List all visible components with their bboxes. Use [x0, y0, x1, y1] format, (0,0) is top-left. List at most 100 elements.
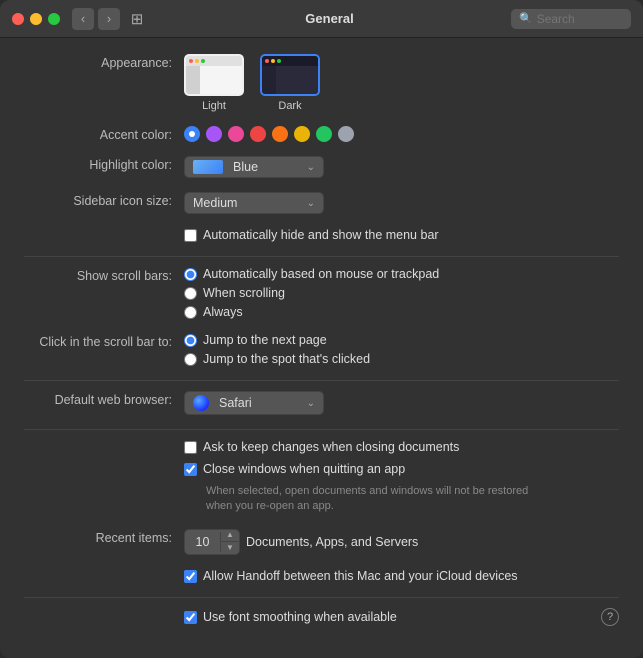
appearance-options: Light	[184, 54, 619, 112]
click-next-radio[interactable]	[184, 334, 197, 347]
scroll-auto-label: Automatically based on mouse or trackpad	[203, 267, 439, 281]
accent-pink[interactable]	[228, 126, 244, 142]
traffic-lights	[12, 13, 60, 25]
menu-bar-row: Automatically hide and show the menu bar	[0, 228, 643, 242]
ask-changes-row: Ask to keep changes when closing documen…	[0, 440, 643, 515]
maximize-button[interactable]	[48, 13, 60, 25]
handoff-checkbox[interactable]	[184, 570, 197, 583]
scroll-always-radio[interactable]	[184, 306, 197, 319]
accent-graphite[interactable]	[338, 126, 354, 142]
click-next-label: Jump to the next page	[203, 333, 327, 347]
separator-2	[24, 380, 619, 381]
font-smoothing-row: Use font smoothing when available ?	[0, 608, 643, 626]
forward-button[interactable]: ›	[98, 8, 120, 30]
close-button[interactable]	[12, 13, 24, 25]
titlebar: ‹ › ⊞ General 🔍	[0, 0, 643, 38]
scroll-auto-row: Automatically based on mouse or trackpad	[184, 267, 439, 281]
close-windows-sub: When selected, open documents and window…	[184, 482, 534, 515]
scroll-scrolling-label: When scrolling	[203, 286, 285, 300]
highlight-color-label: Highlight color:	[24, 156, 184, 172]
highlight-color-dropdown[interactable]: Blue ⌄	[184, 156, 324, 178]
browser-arrow: ⌄	[307, 398, 315, 409]
scroll-always-row: Always	[184, 305, 439, 319]
browser-content: Safari ⌄	[184, 391, 619, 415]
appearance-label: Appearance:	[24, 54, 184, 70]
separator-1	[24, 256, 619, 257]
minimize-button[interactable]	[30, 13, 42, 25]
scroll-bars-radio-group: Automatically based on mouse or trackpad…	[184, 267, 439, 319]
font-smoothing-checkbox-row: Use font smoothing when available	[184, 610, 397, 624]
click-next-row: Jump to the next page	[184, 333, 370, 347]
scroll-scrolling-radio[interactable]	[184, 287, 197, 300]
click-scroll-label: Click in the scroll bar to:	[24, 333, 184, 349]
window-title: General	[148, 11, 511, 26]
ask-changes-checkbox[interactable]	[184, 441, 197, 454]
stepper-down[interactable]: ▼	[221, 542, 239, 554]
highlight-color-content: Blue ⌄	[184, 156, 619, 178]
recent-items-stepper[interactable]: 10 ▲ ▼	[184, 529, 240, 555]
grid-button[interactable]: ⊞	[126, 8, 148, 30]
stepper-up[interactable]: ▲	[221, 530, 239, 542]
safari-icon	[193, 395, 209, 411]
sidebar-icon-size-dropdown[interactable]: Medium ⌄	[184, 192, 324, 214]
browser-value: Safari	[219, 396, 301, 410]
click-scroll-row: Click in the scroll bar to: Jump to the …	[0, 333, 643, 366]
sidebar-icon-size-label: Sidebar icon size:	[24, 192, 184, 208]
ask-changes-checkbox-row: Ask to keep changes when closing documen…	[184, 440, 459, 454]
nav-buttons: ‹ ›	[72, 8, 120, 30]
sidebar-icon-size-value: Medium	[193, 196, 301, 210]
accent-color-row: Accent color:	[0, 126, 643, 142]
sidebar-icon-size-row: Sidebar icon size: Medium ⌄	[0, 192, 643, 214]
window: ‹ › ⊞ General 🔍 Appearance:	[0, 0, 643, 658]
appearance-light[interactable]: Light	[184, 54, 244, 112]
handoff-checkbox-row: Allow Handoff between this Mac and your …	[184, 569, 518, 583]
click-spot-row: Jump to the spot that's clicked	[184, 352, 370, 366]
font-smoothing-checkbox-label: Use font smoothing when available	[203, 610, 397, 624]
dark-thumb	[260, 54, 320, 96]
appearance-row: Appearance:	[0, 54, 643, 112]
accent-color-label: Accent color:	[24, 126, 184, 142]
highlight-color-row: Highlight color: Blue ⌄	[0, 156, 643, 178]
menu-bar-checkbox[interactable]	[184, 229, 197, 242]
menu-bar-content: Automatically hide and show the menu bar	[184, 228, 619, 242]
search-box[interactable]: 🔍	[511, 9, 631, 29]
accent-colors-container	[184, 126, 619, 142]
accent-blue[interactable]	[184, 126, 200, 142]
help-button[interactable]: ?	[601, 608, 619, 626]
accent-orange[interactable]	[272, 126, 288, 142]
menu-bar-checkbox-row: Automatically hide and show the menu bar	[184, 228, 439, 242]
font-smoothing-label-empty	[24, 616, 184, 618]
click-scroll-radio-group: Jump to the next page Jump to the spot t…	[184, 333, 370, 366]
click-spot-radio[interactable]	[184, 353, 197, 366]
accent-yellow[interactable]	[294, 126, 310, 142]
recent-items-suffix: Documents, Apps, and Servers	[246, 535, 418, 549]
close-windows-checkbox[interactable]	[184, 463, 197, 476]
font-smoothing-content: Use font smoothing when available ?	[184, 608, 619, 626]
close-windows-checkbox-row: Close windows when quitting an app When …	[184, 462, 534, 515]
search-icon: 🔍	[519, 12, 533, 25]
close-windows-checkbox-label: Close windows when quitting an app	[203, 462, 405, 476]
light-label: Light	[202, 100, 226, 112]
browser-row: Default web browser: Safari ⌄	[0, 391, 643, 415]
appearance-dark[interactable]: Dark	[260, 54, 320, 112]
accent-red[interactable]	[250, 126, 266, 142]
recent-items-content: 10 ▲ ▼ Documents, Apps, and Servers	[184, 529, 619, 555]
content: Appearance:	[0, 38, 643, 658]
accent-colors	[184, 126, 354, 142]
scroll-scrolling-row: When scrolling	[184, 286, 439, 300]
ask-changes-label	[24, 440, 184, 442]
browser-dropdown[interactable]: Safari ⌄	[184, 391, 324, 415]
click-spot-label: Jump to the spot that's clicked	[203, 352, 370, 366]
sidebar-icon-size-content: Medium ⌄	[184, 192, 619, 214]
back-button[interactable]: ‹	[72, 8, 94, 30]
search-input[interactable]	[537, 12, 627, 26]
accent-green[interactable]	[316, 126, 332, 142]
handoff-content: Allow Handoff between this Mac and your …	[184, 569, 619, 583]
click-scroll-content: Jump to the next page Jump to the spot t…	[184, 333, 619, 366]
menu-bar-label	[24, 228, 184, 230]
dark-label: Dark	[278, 100, 301, 112]
font-smoothing-checkbox[interactable]	[184, 611, 197, 624]
recent-items-row: Recent items: 10 ▲ ▼ Documents, Apps, an…	[0, 529, 643, 555]
accent-purple[interactable]	[206, 126, 222, 142]
scroll-auto-radio[interactable]	[184, 268, 197, 281]
